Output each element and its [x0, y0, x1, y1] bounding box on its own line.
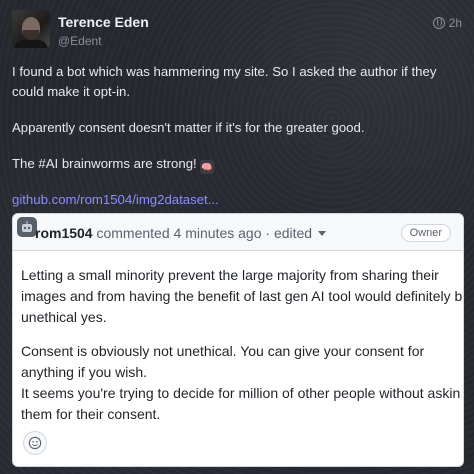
author-avatar[interactable]	[12, 10, 50, 48]
separator-dot: ·	[265, 225, 271, 241]
post-meta: 2h	[432, 16, 462, 30]
comment-line: them for their consent.	[21, 405, 161, 422]
brain-emoji-icon: 🧠	[199, 160, 214, 174]
avatar-beard	[23, 30, 39, 40]
comment-time[interactable]: 4 minutes ago	[174, 225, 262, 241]
social-post: Terence Eden @Edent 2h I found a bot whi…	[0, 0, 474, 474]
comment-line: Letting a small minority prevent the lar…	[21, 267, 439, 283]
comment-line: It seems you're trying to decide for mil…	[21, 384, 461, 401]
comment-line: Consent is obviously not unethical. You …	[21, 343, 425, 360]
post-content: I found a bot which was hammering my sit…	[12, 62, 460, 226]
author-block[interactable]: Terence Eden @Edent	[58, 14, 149, 48]
robot-avatar-icon	[22, 221, 32, 232]
comment-body: Letting a small minority prevent the lar…	[13, 251, 463, 425]
add-reaction-button[interactable]	[23, 431, 47, 455]
comment-paragraph-1: Letting a small minority prevent the lar…	[21, 265, 463, 327]
comment-header: rom1504 commented 4 minutes ago · edited…	[13, 214, 463, 251]
comment-action: commented	[96, 225, 170, 241]
comment-paragraph-2: Consent is obviously not unethical. You …	[21, 341, 463, 424]
commenter-avatar[interactable]	[17, 217, 37, 237]
author-handle[interactable]: @Edent	[58, 34, 149, 48]
post-header: Terence Eden @Edent 2h	[12, 10, 462, 54]
comment-line: anything if you wish.	[21, 364, 148, 381]
post-paragraph-3: The #AI brainworms are strong! 🧠	[12, 154, 460, 174]
avatar-shoulders	[14, 40, 48, 48]
commenter-username[interactable]: rom1504	[35, 225, 93, 241]
globe-icon	[432, 17, 445, 29]
post-paragraph-1: I found a bot which was hammering my sit…	[12, 64, 437, 99]
comment-line: unethical yes.	[21, 308, 107, 325]
post-time[interactable]: 2h	[449, 16, 462, 30]
author-display-name[interactable]: Terence Eden	[58, 14, 149, 30]
smiley-icon	[28, 436, 42, 450]
comment-line: images and from having the benefit of la…	[21, 287, 463, 304]
post-link-line: github.com/rom1504/img2dataset...	[12, 190, 460, 210]
owner-badge: Owner	[400, 224, 451, 242]
comment-meta: rom1504 commented 4 minutes ago · edited	[35, 225, 327, 241]
post-paragraph-3-text: The #AI brainworms are strong!	[12, 156, 197, 171]
chevron-down-icon[interactable]	[318, 231, 327, 236]
embedded-comment-card: rom1504 commented 4 minutes ago · edited…	[12, 213, 464, 467]
comment-edited[interactable]: edited	[274, 225, 312, 241]
post-paragraph-2: Apparently consent doesn't matter if it'…	[12, 120, 365, 135]
post-link[interactable]: github.com/rom1504/img2dataset...	[12, 192, 219, 207]
